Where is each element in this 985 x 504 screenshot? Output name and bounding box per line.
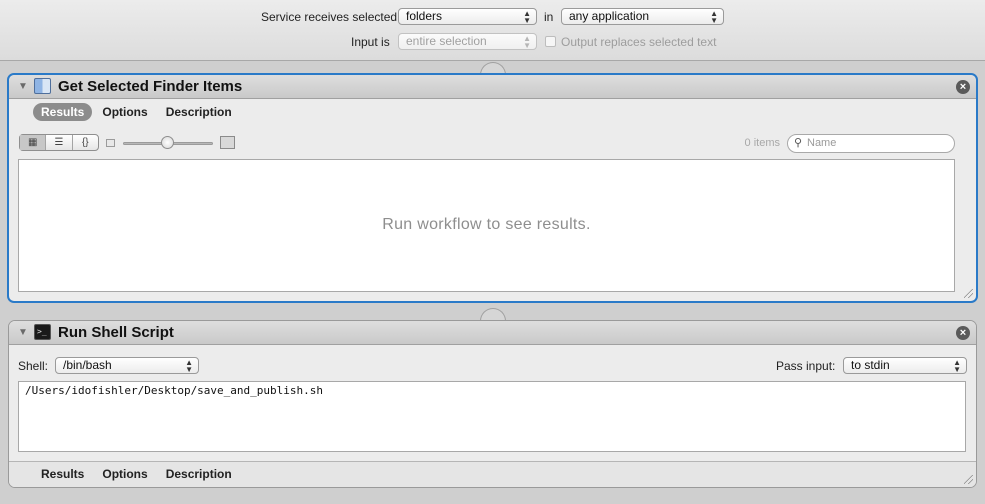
popup-arrows-icon: ▲ ▼ (523, 33, 531, 50)
popup-arrows-icon: ▲ ▼ (185, 357, 193, 374)
code-view-icon[interactable]: {} (73, 135, 98, 150)
script-text[interactable]: /Users/idofishler/Desktop/save_and_publi… (25, 384, 323, 397)
action-run-shell-script[interactable]: ▼ >_ Run Shell Script × Shell: /bin/bash… (8, 320, 977, 488)
action-title-bar[interactable]: ▼ Get Selected Finder Items × (9, 75, 976, 99)
receives-type-popup[interactable]: folders ▲ ▼ (398, 8, 537, 25)
action-get-selected-finder-items[interactable]: ▼ Get Selected Finder Items × Results Op… (7, 73, 978, 303)
search-icon: ⚲ (794, 137, 803, 149)
input-is-popup[interactable]: entire selection ▲ ▼ (398, 33, 537, 50)
pass-input-value: to stdin (851, 358, 890, 372)
small-thumbnail-icon (106, 139, 115, 147)
view-mode-segmented-control[interactable]: ▦ ☰ {} (19, 134, 99, 151)
application-value: any application (569, 9, 650, 23)
popup-arrows-icon: ▲ ▼ (953, 357, 961, 374)
popup-arrows-icon: ▲ ▼ (710, 8, 718, 25)
close-icon[interactable]: × (956, 80, 970, 94)
receives-type-value: folders (406, 9, 443, 23)
resize-grip-icon[interactable] (964, 475, 973, 484)
action-tabs: Results Options Description (33, 103, 242, 121)
search-placeholder: Name (807, 137, 837, 149)
results-view[interactable]: Run workflow to see results. (18, 159, 955, 292)
resize-grip-icon[interactable] (964, 289, 973, 298)
slider-knob[interactable] (161, 136, 174, 149)
results-empty-message: Run workflow to see results. (382, 216, 591, 233)
close-icon[interactable]: × (956, 326, 970, 340)
pass-input-label: Pass input: (776, 359, 836, 373)
script-editor[interactable]: /Users/idofishler/Desktop/save_and_publi… (18, 381, 966, 452)
popup-arrows-icon: ▲ ▼ (523, 8, 531, 25)
tab-description[interactable]: Description (158, 103, 240, 121)
disclosure-triangle-icon[interactable]: ▼ (18, 327, 28, 338)
disclosure-triangle-icon[interactable]: ▼ (18, 81, 28, 92)
tab-description[interactable]: Description (158, 465, 240, 483)
pass-input-popup[interactable]: to stdin ▲ ▼ (843, 357, 967, 374)
in-label: in (544, 10, 554, 24)
large-thumbnail-icon (220, 136, 235, 149)
input-is-value: entire selection (406, 34, 487, 48)
shell-label: Shell: (18, 359, 49, 373)
receives-label: Service receives selected (261, 10, 398, 24)
tab-options[interactable]: Options (94, 465, 155, 483)
application-popup[interactable]: any application ▲ ▼ (561, 8, 724, 25)
action-title: Get Selected Finder Items (58, 78, 243, 95)
icon-view-icon[interactable]: ▦ (20, 135, 47, 150)
terminal-icon: >_ (34, 324, 51, 340)
output-replaces-label: Output replaces selected text (561, 35, 717, 49)
shell-popup[interactable]: /bin/bash ▲ ▼ (55, 357, 199, 374)
action-tabs: Results Options Description (33, 465, 242, 483)
action-title-bar[interactable]: ▼ >_ Run Shell Script × (9, 321, 976, 345)
search-input[interactable]: ⚲ Name (787, 134, 955, 153)
service-header: Service receives selected folders ▲ ▼ in … (0, 0, 985, 61)
shell-value: /bin/bash (63, 358, 112, 372)
action-title: Run Shell Script (58, 324, 174, 341)
tab-options[interactable]: Options (94, 103, 155, 121)
tab-results[interactable]: Results (33, 465, 92, 483)
action-bottom-bar: Results Options Description (9, 461, 976, 487)
item-count: 0 items (744, 137, 780, 149)
output-replaces-checkbox[interactable] (545, 36, 556, 47)
tab-results[interactable]: Results (33, 103, 93, 121)
list-view-icon[interactable]: ☰ (46, 135, 73, 150)
finder-icon (34, 78, 51, 94)
input-is-label: Input is (351, 35, 390, 49)
